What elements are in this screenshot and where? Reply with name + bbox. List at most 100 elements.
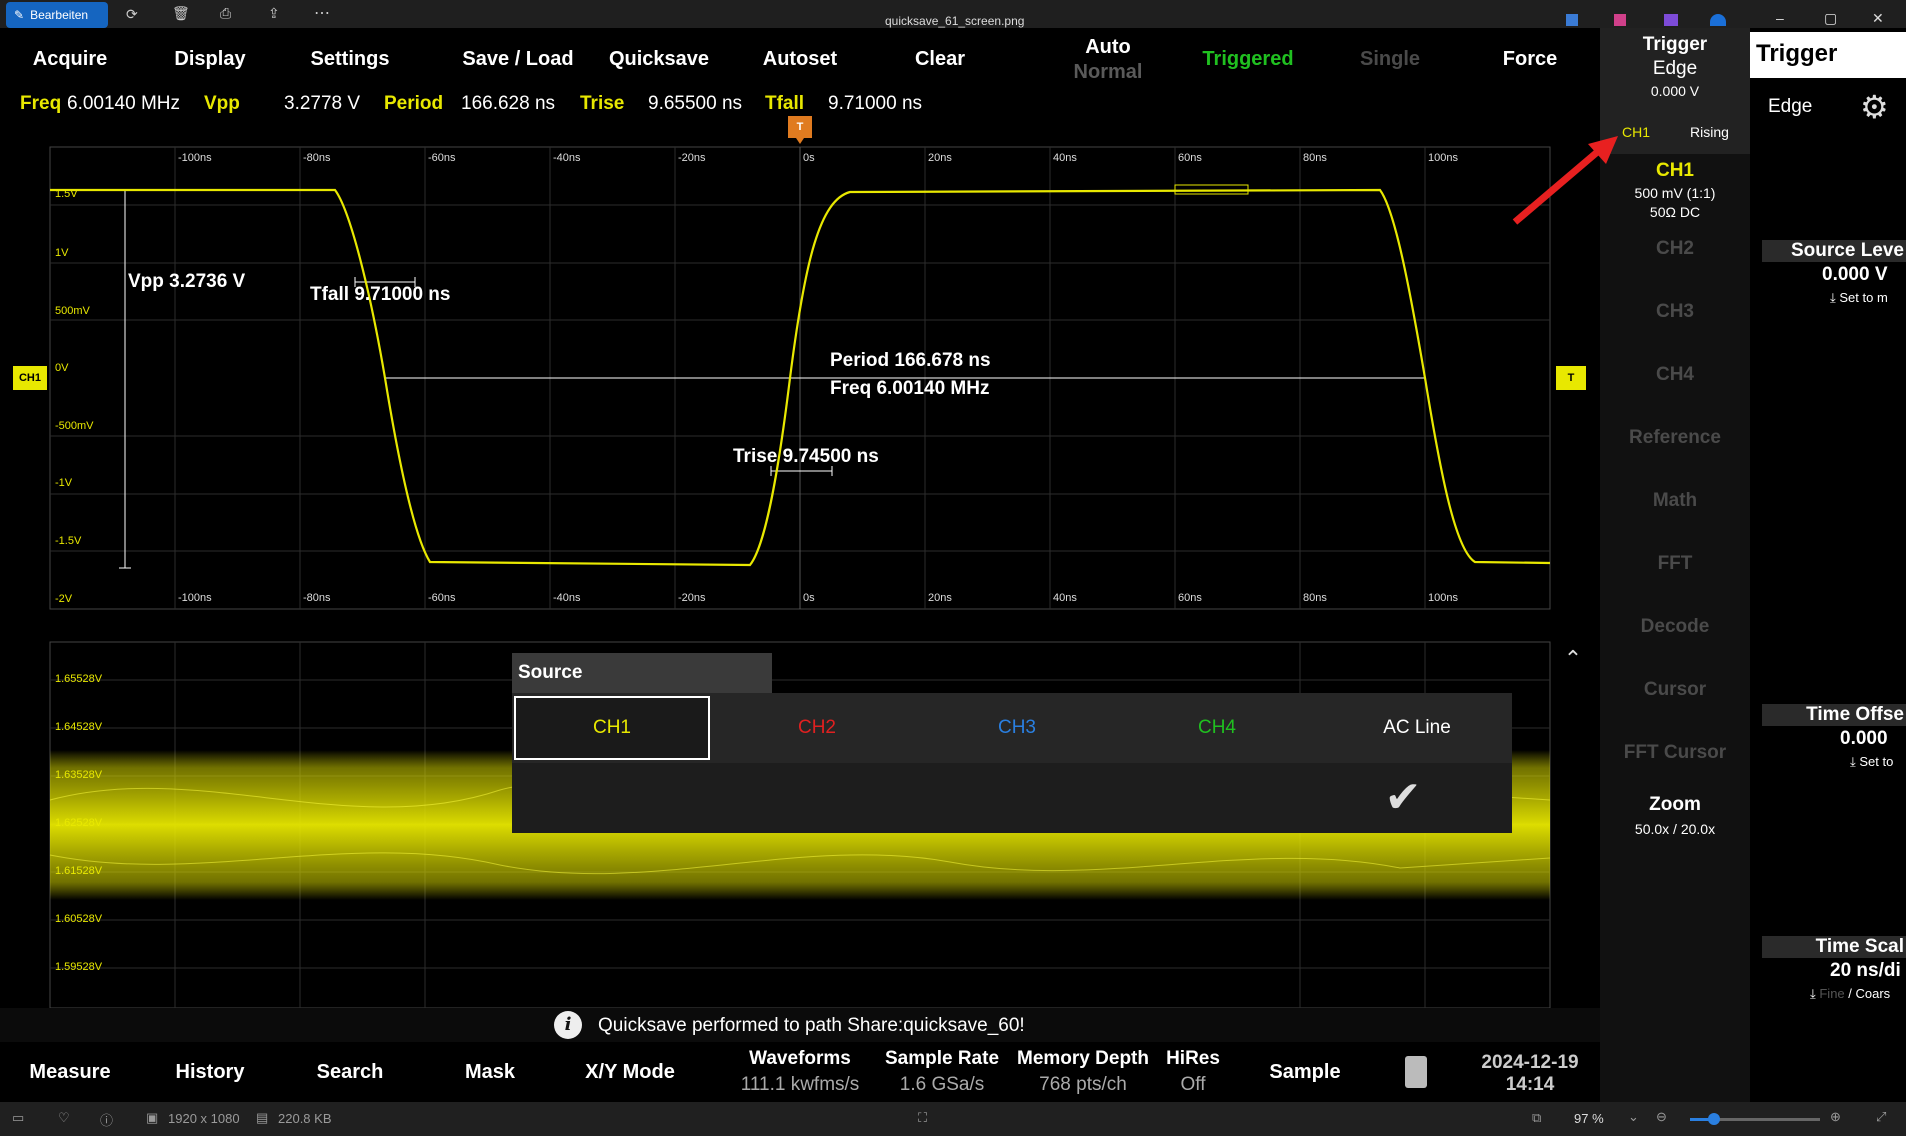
period-annotation: Period 166.678 ns [830, 350, 991, 371]
period-label: Period [384, 93, 444, 114]
cloud-icon[interactable] [1710, 14, 1726, 26]
datetime: 2024-12-19 14:14 [1470, 1052, 1590, 1096]
print-icon[interactable]: ⎙ [220, 5, 231, 22]
source-level-value[interactable]: 0.000 V [1822, 264, 1888, 286]
more-icon[interactable]: ⋯ [314, 3, 330, 23]
app-icon[interactable] [1566, 14, 1578, 26]
x-tick-label: 60ns [1178, 592, 1202, 604]
normal-mode-label: Normal [1073, 61, 1143, 83]
hires-info[interactable]: HiRes Off [1160, 1048, 1226, 1096]
trigger-mode-button[interactable]: Auto Normal [1040, 28, 1176, 90]
fine-label: Fine [1819, 986, 1845, 1001]
mask-button[interactable]: Mask [420, 1042, 560, 1102]
tfall-value: 9.71000 ns [828, 93, 923, 114]
y-tick-label: -2V [55, 593, 73, 605]
memory-depth-info[interactable]: Memory Depth 768 pts/ch [1008, 1048, 1158, 1096]
single-button[interactable]: Single [1320, 28, 1460, 90]
source-option-ac-line[interactable]: AC Line [1322, 696, 1512, 760]
settings-button[interactable]: Settings [280, 28, 420, 90]
zoom-level[interactable]: 97 % [1574, 1111, 1604, 1126]
share-icon[interactable]: ⇪ [268, 5, 280, 22]
sidebar-item-decode[interactable]: Decode [1600, 616, 1750, 638]
waveforms-info[interactable]: Waveforms 111.1 kwfms/s [730, 1048, 870, 1096]
usb-drive-icon[interactable] [1405, 1056, 1427, 1088]
sidebar-item-fft-cursor[interactable]: FFT Cursor [1600, 742, 1750, 764]
ch4-option-label: CH4 [1197, 717, 1236, 738]
fit-icon[interactable]: ⧉ [1532, 1110, 1541, 1126]
time-scale-fine-coarse[interactable]: ⤓ Fine / Coars [1810, 986, 1890, 1002]
save-load-button[interactable]: Save / Load [420, 28, 616, 90]
y-tick-label: 1.5V [55, 188, 78, 200]
clear-button[interactable]: Clear [870, 28, 1010, 90]
favorite-icon[interactable]: ♡ [58, 1110, 70, 1126]
zoom-y-tick-label: 1.60528V [55, 913, 103, 925]
source-level-action[interactable]: ⤓ Set to m [1830, 290, 1888, 306]
x-tick-label: 60ns [1178, 152, 1202, 164]
zoom-y-tick-label: 1.65528V [55, 673, 103, 685]
viewer-toolbar: ✎ Bearbeiten ⟳ 🗑 ⎙ ⇪ ⋯ quicksave_61_scre… [0, 0, 1906, 28]
coarse-label: / Coars [1848, 986, 1891, 1001]
app-icon[interactable] [1664, 14, 1678, 26]
app-icon[interactable] [1614, 14, 1626, 26]
sample-rate-info[interactable]: Sample Rate 1.6 GSa/s [872, 1048, 1012, 1096]
time-offset-value[interactable]: 0.000 [1840, 728, 1888, 750]
history-button[interactable]: History [140, 1042, 280, 1102]
sidebar-item-fft[interactable]: FFT [1600, 553, 1750, 575]
sidebar-item-reference[interactable]: Reference [1600, 427, 1750, 449]
crop-icon[interactable]: ⛶ [918, 1110, 927, 1126]
delete-icon[interactable]: 🗑 [172, 5, 190, 22]
minimize-icon[interactable]: – [1776, 10, 1784, 26]
chevron-down-icon[interactable]: ⌄ [1628, 1109, 1639, 1125]
source-option-ch1[interactable]: CH1 [514, 696, 710, 760]
display-button[interactable]: Display [140, 28, 280, 90]
sidebar-item-ch4[interactable]: CH4 [1600, 364, 1750, 386]
time-scale-value[interactable]: 20 ns/di [1830, 960, 1901, 982]
zoom-slider[interactable] [1690, 1113, 1820, 1125]
measure-button[interactable]: Measure [0, 1042, 140, 1102]
acquire-button[interactable]: Acquire [0, 28, 140, 90]
source-option-ch4[interactable]: CH4 [1122, 696, 1312, 760]
x-tick-label: 20ns [928, 592, 952, 604]
file-title: quicksave_61_screen.png [885, 14, 1025, 28]
search-button[interactable]: Search [280, 1042, 420, 1102]
expand-collapse-icon[interactable]: ⌃ [1558, 644, 1588, 674]
trigger-position-marker[interactable]: T [788, 116, 812, 138]
maximize-icon[interactable]: ▢ [1824, 10, 1837, 27]
trigger-settings-panel: Trigger Edge ⚙ Source Leve 0.000 V ⤓ Set… [1750, 28, 1906, 1102]
zoom-out-icon[interactable]: ⊖ [1656, 1109, 1667, 1125]
info-icon[interactable]: ⓘ [100, 1110, 113, 1129]
zoom-summary[interactable]: Zoom 50.0x / 20.0x [1600, 794, 1750, 837]
sidebar-item-cursor[interactable]: Cursor [1600, 679, 1750, 701]
xy-mode-button[interactable]: X/Y Mode [560, 1042, 700, 1102]
zoom-in-icon[interactable]: ⊕ [1830, 1109, 1841, 1125]
rotate-icon[interactable]: ⟳ [126, 6, 138, 23]
fullscreen-icon[interactable]: ⤢ [1876, 1109, 1886, 1125]
zoom-slider-thumb[interactable] [1708, 1113, 1720, 1125]
time-offset-action[interactable]: ⤓ Set to [1850, 754, 1893, 770]
ch1-offset-marker[interactable]: CH1 [13, 366, 47, 390]
sample-mode-button[interactable]: Sample [1240, 1042, 1370, 1102]
filmstrip-icon[interactable]: ▭ [12, 1110, 24, 1126]
edit-button[interactable]: ✎ Bearbeiten [6, 2, 108, 28]
source-option-ch2[interactable]: CH2 [722, 696, 912, 760]
close-icon[interactable]: ✕ [1872, 10, 1884, 27]
file-size-icon: ▤ [256, 1110, 269, 1125]
vpp-label: Vpp [204, 93, 240, 114]
hires-value: Off [1180, 1074, 1206, 1095]
time-offset-title: Time Offse [1762, 704, 1906, 726]
gear-icon[interactable]: ⚙ [1860, 88, 1889, 126]
trigger-edge-label[interactable]: Edge [1768, 96, 1812, 118]
sidebar-item-ch2[interactable]: CH2 [1600, 238, 1750, 260]
confirm-check-icon[interactable]: ✔ [1378, 773, 1428, 823]
force-button[interactable]: Force [1460, 28, 1600, 90]
zoom-y-tick-label: 1.64528V [55, 721, 103, 733]
sample-rate-label: Sample Rate [884, 1048, 1000, 1069]
quicksave-button[interactable]: Quicksave [596, 28, 722, 90]
sidebar-item-math[interactable]: Math [1600, 490, 1750, 512]
trigger-level-marker[interactable]: T [1556, 366, 1586, 390]
autoset-button[interactable]: Autoset [730, 28, 870, 90]
toast-message: Quicksave performed to path Share:quicks… [598, 1015, 1025, 1036]
source-option-ch3[interactable]: CH3 [922, 696, 1112, 760]
time-scale-title: Time Scal [1762, 936, 1906, 958]
sidebar-item-ch3[interactable]: CH3 [1600, 301, 1750, 323]
